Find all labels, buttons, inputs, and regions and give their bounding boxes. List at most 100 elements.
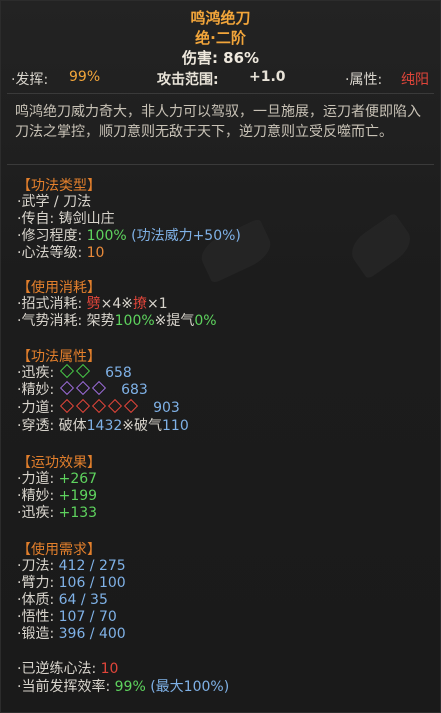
- pierce-qi: ※破气: [122, 418, 162, 434]
- effect-power-line: ·力道: +267: [17, 470, 97, 488]
- stats-row: ·发挥: 99% 攻击范围: +1.0 ·属性: 纯阳: [1, 69, 440, 91]
- requirement-value: 107 / 70: [58, 609, 117, 625]
- diamond-icon: [123, 398, 138, 414]
- skill-origin: ·传自: 铸剑山庄: [17, 211, 115, 227]
- reverse-heart-line: ·已逆练心法: 10: [17, 660, 118, 678]
- efficiency-label: ·当前发挥效率:: [17, 679, 111, 695]
- efficiency-value: 99%: [114, 679, 146, 695]
- momentum-cost-label: ·气势消耗:: [17, 313, 83, 329]
- attr-speed-value: 658: [105, 365, 132, 381]
- attr-speed-line: ·迅疾: 658: [17, 363, 132, 382]
- diamond-icon: [75, 363, 90, 379]
- diamond-icon: [91, 380, 106, 396]
- effect-speed-line: ·迅疾: +133: [17, 504, 97, 522]
- reverse-heart-value: 10: [100, 661, 119, 677]
- skill-category: ·武学 / 刀法: [17, 194, 92, 210]
- momentum-stance: 架势: [86, 313, 115, 329]
- move-cost-liao: 撩: [133, 296, 147, 312]
- fahui-value: 99%: [69, 69, 101, 85]
- section-title-attributes: 【功法属性】: [17, 349, 101, 365]
- effect-speed-label: ·迅疾:: [17, 505, 55, 521]
- skill-description: 鸣鸿绝刀威力奇大，非人力可以驾驭，一旦施展，运刀者便即陷入刀法之掌控，顺刀意则无…: [15, 104, 421, 140]
- requirement-row: ·锻造: 396 / 400: [17, 625, 126, 643]
- attr-skill-value: 683: [121, 382, 148, 398]
- diamond-icon: [59, 398, 74, 414]
- effect-power-label: ·力道:: [17, 471, 55, 487]
- fahui-label: ·发挥:: [11, 72, 49, 88]
- diamond-icon: [75, 398, 90, 414]
- requirement-row: ·臂力: 106 / 100: [17, 574, 126, 592]
- section-title-skill-type: 【功法类型】: [17, 178, 101, 194]
- effect-skill-line: ·精妙: +199: [17, 487, 97, 505]
- requirement-label: ·锻造:: [17, 626, 55, 642]
- attr-skill-label: ·精妙:: [17, 382, 55, 398]
- skill-diamonds: [59, 380, 111, 398]
- requirement-row: ·刀法: 412 / 275: [17, 557, 126, 575]
- background-blade-image: [345, 212, 417, 279]
- attr-power-value: 903: [153, 400, 180, 416]
- mastery-bonus: (功法威力+50%): [131, 228, 241, 244]
- attr-skill-line: ·精妙: 683: [17, 380, 148, 399]
- range-label: 攻击范围:: [157, 72, 219, 88]
- move-cost-pi-count: ×4※: [100, 296, 133, 312]
- diamond-icon: [107, 398, 122, 414]
- skill-title: 鸣鸿绝刀: [190, 9, 251, 27]
- heart-level-value: 10: [86, 245, 105, 261]
- diamond-icon: [59, 363, 74, 379]
- skill-damage: 伤害: 86%: [181, 49, 260, 67]
- section-title-requirements: 【使用需求】: [17, 542, 101, 558]
- heart-level-line: ·心法等级: 10: [17, 244, 104, 262]
- attr-speed-label: ·迅疾:: [17, 365, 55, 381]
- attr-power-line: ·力道: 903: [17, 398, 180, 417]
- move-cost-line: ·招式消耗: 劈×4※撩×1: [17, 295, 168, 313]
- section-title-cost: 【使用消耗】: [17, 280, 101, 296]
- requirement-row: ·悟性: 107 / 70: [17, 608, 117, 626]
- move-cost-label: ·招式消耗:: [17, 296, 83, 312]
- momentum-qi: ※提气: [154, 313, 195, 329]
- requirement-label: ·臂力:: [17, 575, 55, 591]
- requirement-value: 412 / 275: [58, 558, 126, 574]
- momentum-cost-line: ·气势消耗: 架势100%※提气0%: [17, 312, 217, 330]
- mastery-line: ·修习程度: 100% (功法威力+50%): [17, 227, 241, 245]
- attribute-value: 纯阳: [401, 72, 429, 88]
- requirement-label: ·体质:: [17, 592, 55, 608]
- attr-pierce-line: ·穿透: 破体1432※破气110: [17, 417, 189, 435]
- attr-pierce-label: ·穿透:: [17, 418, 55, 434]
- pierce-body: 破体: [58, 418, 87, 434]
- momentum-stance-value: 100%: [114, 313, 155, 329]
- requirement-row: ·体质: 64 / 35: [17, 591, 108, 609]
- pierce-qi-value: 110: [162, 418, 189, 434]
- divider: [7, 93, 434, 94]
- efficiency-line: ·当前发挥效率: 99% (最大100%): [17, 678, 229, 696]
- skill-tooltip: 鸣鸿绝刀 绝·二阶 伤害: 86% ·发挥: 99% 攻击范围: +1.0 ·属…: [0, 0, 441, 713]
- pierce-body-value: 1432: [86, 418, 123, 434]
- power-diamonds: [59, 398, 143, 416]
- requirement-label: ·刀法:: [17, 558, 55, 574]
- diamond-icon: [91, 398, 106, 414]
- reverse-heart-label: ·已逆练心法:: [17, 661, 97, 677]
- divider: [7, 164, 434, 165]
- requirement-value: 64 / 35: [58, 592, 108, 608]
- effect-power-value: +267: [58, 471, 98, 487]
- mastery-label: ·修习程度:: [17, 228, 83, 244]
- speed-diamonds: [59, 363, 95, 381]
- range-value: +1.0: [249, 69, 286, 85]
- attr-power-label: ·力道:: [17, 400, 55, 416]
- requirement-value: 396 / 400: [58, 626, 126, 642]
- effect-speed-value: +133: [58, 505, 98, 521]
- attribute-label: ·属性:: [345, 72, 383, 88]
- section-title-effects: 【运功效果】: [17, 455, 101, 471]
- effect-skill-value: +199: [58, 488, 98, 504]
- requirement-label: ·悟性:: [17, 609, 55, 625]
- effect-skill-label: ·精妙:: [17, 488, 55, 504]
- diamond-icon: [59, 380, 74, 396]
- move-cost-pi: 劈: [86, 296, 101, 312]
- momentum-qi-value: 0%: [194, 313, 217, 329]
- efficiency-max: (最大100%): [150, 679, 230, 695]
- heart-level-label: ·心法等级:: [17, 245, 83, 261]
- requirement-value: 106 / 100: [58, 575, 126, 591]
- diamond-icon: [75, 380, 90, 396]
- move-cost-liao-count: ×1: [147, 296, 168, 312]
- mastery-value: 100%: [86, 228, 127, 244]
- skill-rank: 绝·二阶: [195, 29, 246, 47]
